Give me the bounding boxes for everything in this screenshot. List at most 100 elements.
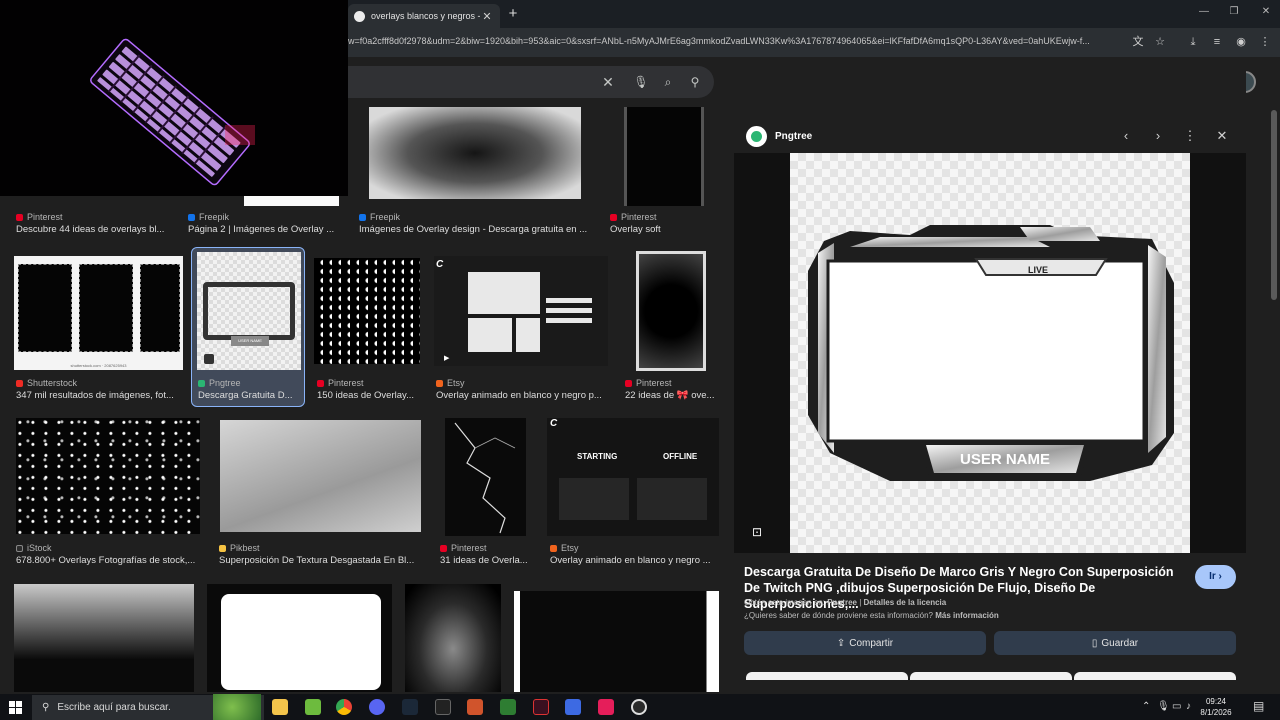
nvidia-icon[interactable]	[305, 699, 321, 715]
shutterstock-icon	[16, 379, 23, 387]
menu-icon[interactable]: ⋮	[1258, 35, 1272, 49]
image-badge-icon	[204, 354, 214, 364]
result-thumb[interactable]	[514, 591, 719, 692]
clear-search-icon[interactable]: ✕	[600, 74, 616, 90]
pngtree-logo-icon	[746, 126, 767, 147]
search-box[interactable]: ✕ 🎙 ⌕ ⚲	[348, 66, 714, 98]
network-icon[interactable]: ▭	[1172, 701, 1181, 712]
result-thumb[interactable]: shutterstock.com · 2087625943	[14, 256, 183, 370]
related-thumb[interactable]	[910, 672, 1072, 680]
frame-username-label: USER NAME	[960, 451, 1051, 468]
game-app-icon[interactable]	[467, 699, 483, 715]
minimize-icon[interactable]: —	[1194, 6, 1214, 17]
result-caption[interactable]: Pinterest Descubre 44 ideas de overlays …	[16, 211, 186, 236]
result-thumb[interactable]: C STARTING OFFLINE	[547, 418, 719, 536]
result-thumb[interactable]	[624, 107, 704, 206]
previous-icon[interactable]: ‹	[1118, 128, 1134, 144]
file-explorer-icon[interactable]	[272, 699, 288, 715]
url-field[interactable]: w=f0a2cfff8d0f2978&udm=2&biw=1920&bih=95…	[348, 36, 1118, 46]
obs-icon[interactable]	[631, 699, 647, 715]
result-thumb[interactable]	[207, 584, 392, 692]
pinterest-icon	[625, 379, 632, 387]
preview-image[interactable]: LIVE USER NAME ⊡	[734, 153, 1246, 553]
restore-icon[interactable]: ❐	[1224, 6, 1244, 17]
notifications-icon[interactable]: ▤	[1253, 699, 1264, 713]
tray-expand-icon[interactable]: ⌃	[1142, 701, 1150, 712]
profile-icon[interactable]: ◉	[1234, 35, 1248, 49]
result-caption[interactable]: iStock 678.800+ Overlays Fotografías de …	[16, 542, 201, 567]
result-caption[interactable]: Pinterest 31 ideas de Overla...	[440, 542, 534, 567]
minecraft-icon[interactable]	[500, 699, 516, 715]
lens-icon[interactable]: ⊡	[750, 525, 764, 539]
transparent-background: LIVE USER NAME	[790, 153, 1190, 553]
result-thumb[interactable]	[369, 107, 581, 199]
stream-frame-graphic	[808, 225, 1174, 481]
result-thumb[interactable]: C ▶	[434, 256, 608, 366]
pinterest-icon	[16, 213, 23, 221]
lens-search-icon[interactable]: ⌕	[660, 74, 676, 90]
result-caption[interactable]: Freepik Página 2 | Imágenes de Overlay .…	[188, 211, 340, 236]
streaming-app-icon[interactable]	[565, 699, 581, 715]
keyboard-image	[90, 38, 255, 186]
bookmark-icon: ▯	[1091, 637, 1098, 649]
tiktok-icon[interactable]	[598, 699, 614, 715]
result-thumb[interactable]	[14, 584, 194, 692]
freepik-icon	[188, 213, 195, 221]
result-caption[interactable]: Pinterest Overlay soft	[610, 211, 720, 236]
result-thumb[interactable]	[220, 420, 421, 532]
result-thumb[interactable]	[314, 258, 420, 364]
webcam-overlay	[0, 0, 348, 196]
result-caption[interactable]: Pinterest 22 ideas de 🎀 ove...	[625, 377, 720, 402]
weather-widget-icon[interactable]	[213, 694, 261, 720]
more-options-icon[interactable]: ⋮	[1182, 128, 1198, 144]
pngtree-icon	[198, 379, 205, 387]
close-window-icon[interactable]: ✕	[1256, 6, 1276, 17]
share-button[interactable]: ⇪ Compartir	[744, 631, 986, 655]
media-control-icon[interactable]: ≡	[1210, 35, 1224, 49]
visit-button[interactable]: Ir ›	[1195, 565, 1236, 589]
pikbest-icon	[219, 544, 226, 552]
next-icon[interactable]: ›	[1150, 128, 1166, 144]
save-button[interactable]: ▯ Guardar	[994, 631, 1236, 655]
close-tab-icon[interactable]: ✕	[480, 10, 494, 23]
result-thumb[interactable]	[445, 418, 526, 536]
browser-tab[interactable]: overlays blancos y negros - Bu ✕	[348, 4, 500, 28]
result-caption[interactable]: Freepik Imágenes de Overlay design - Des…	[359, 211, 599, 236]
chrome-icon[interactable]	[336, 699, 352, 715]
result-thumb[interactable]	[16, 418, 200, 534]
steam-icon[interactable]	[402, 699, 418, 715]
result-caption[interactable]: Etsy Overlay animado en blanco y negro .…	[550, 542, 720, 567]
bookmark-star-icon[interactable]: ☆	[1153, 35, 1167, 49]
voice-search-icon[interactable]: 🎙	[633, 74, 649, 90]
related-thumb[interactable]	[1074, 672, 1236, 680]
close-panel-icon[interactable]: ✕	[1214, 128, 1230, 144]
taskbar-clock[interactable]: 09:24 8/1/2026	[1196, 696, 1236, 718]
valorant-icon[interactable]	[533, 699, 549, 715]
result-thumb[interactable]	[636, 251, 706, 371]
result-caption[interactable]: Etsy Overlay animado en blanco y negro p…	[436, 377, 608, 402]
download-icon[interactable]: ⤓	[1186, 35, 1200, 49]
frame-live-label: LIVE	[1028, 265, 1049, 275]
discord-icon[interactable]	[369, 699, 385, 715]
play-icon: ▶	[444, 355, 450, 362]
volume-icon[interactable]: ♪	[1186, 701, 1191, 712]
panel-source[interactable]: Pngtree	[775, 131, 812, 142]
new-tab-button[interactable]: +	[504, 5, 522, 23]
taskbar: ⚲ Escribe aquí para buscar. ⌃ 🎙 ▭ ♪ 09:24…	[0, 694, 1280, 720]
result-caption[interactable]: Pikbest Superposición De Textura Desgast…	[219, 542, 419, 567]
obtain-info: Obtén esta imagen en: Pngtree | Detalles…	[744, 598, 947, 607]
result-thumb[interactable]	[244, 196, 339, 206]
result-caption[interactable]: Pngtree Descarga Gratuita D...	[198, 377, 300, 402]
search-icon[interactable]: ⚲	[687, 74, 703, 90]
epic-games-icon[interactable]	[435, 699, 451, 715]
pinterest-icon	[440, 544, 447, 552]
result-caption[interactable]: Pinterest 150 ideas de Overlay...	[317, 377, 421, 402]
result-caption[interactable]: Shutterstock 347 mil resultados de imáge…	[16, 377, 186, 402]
page-scrollbar[interactable]	[1271, 110, 1277, 300]
microphone-icon[interactable]: 🎙	[1157, 701, 1170, 712]
translate-icon[interactable]: 文	[1131, 35, 1145, 49]
result-thumb[interactable]	[405, 584, 501, 692]
windows-start-icon[interactable]	[9, 701, 22, 714]
tab-title: overlays blancos y negros - Bu	[371, 11, 480, 21]
related-thumb[interactable]	[746, 672, 908, 680]
